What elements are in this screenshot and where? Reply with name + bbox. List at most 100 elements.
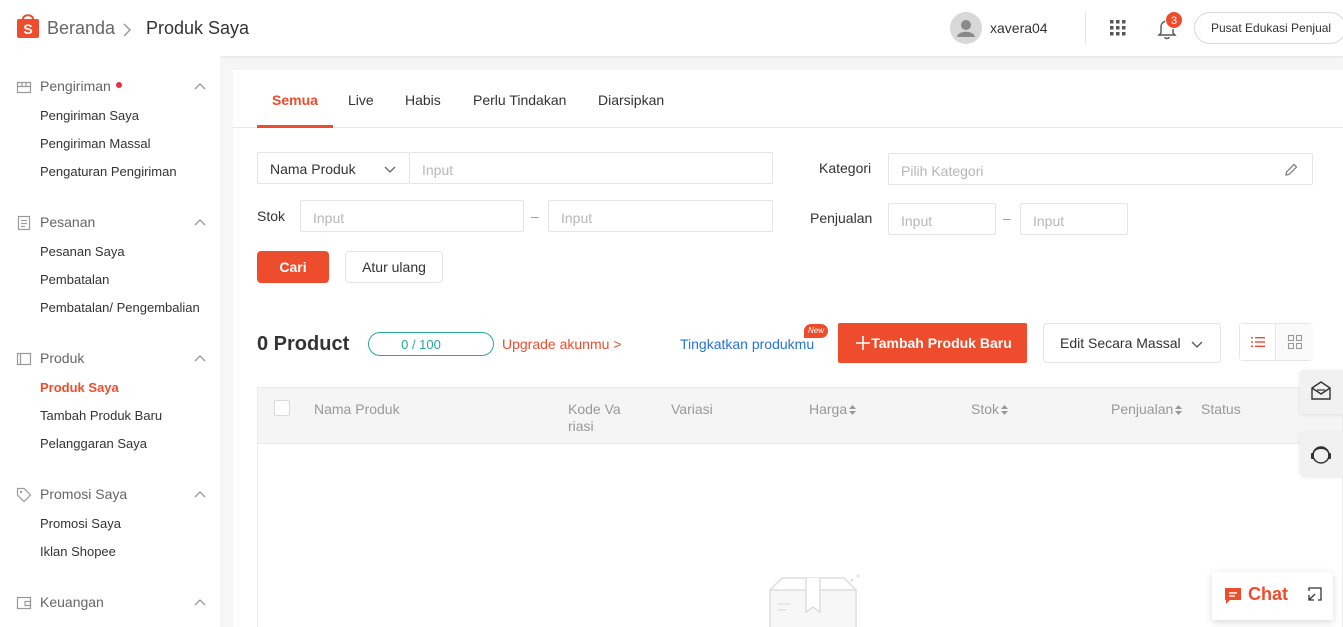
column-stok-label: Stok — [971, 401, 1000, 417]
penjualan-label: Penjualan — [810, 210, 873, 226]
pencil-icon[interactable] — [1283, 162, 1299, 178]
penjualan-max-placeholder: Input — [1033, 213, 1065, 229]
chevron-up-icon[interactable] — [194, 353, 206, 365]
kategori-label: Kategori — [819, 160, 872, 176]
headset-icon — [1311, 446, 1331, 464]
truck-icon — [16, 81, 32, 94]
column-status: Status — [1201, 401, 1241, 417]
sidebar-item-pembatalan[interactable]: Pembatalan — [40, 272, 109, 287]
product-table-body — [257, 444, 1343, 627]
sort-icon — [849, 405, 857, 416]
sidebar-item-pengaturan-pengiriman[interactable]: Pengaturan Pengiriman — [40, 164, 177, 179]
select-all-checkbox[interactable] — [274, 400, 290, 416]
upgrade-account-link[interactable]: Upgrade akunmu > — [502, 336, 621, 352]
reset-button[interactable]: Atur ulang — [345, 251, 443, 283]
shopee-logo-icon[interactable]: S — [16, 11, 40, 39]
empty-box-icon — [769, 574, 860, 627]
chevron-down-icon — [384, 166, 396, 173]
page-title: Produk Saya — [146, 18, 250, 38]
column-nama-produk: Nama Produk — [314, 401, 400, 417]
column-variasi: Variasi — [671, 401, 713, 417]
product-quota-text: 0 / 100 — [401, 337, 441, 352]
tab-habis[interactable]: Habis — [405, 92, 441, 108]
tab-live[interactable]: Live — [348, 92, 374, 108]
sidebar-section-promosi[interactable]: Promosi Saya — [16, 485, 206, 505]
chevron-up-icon[interactable] — [194, 597, 206, 609]
sidebar-item-pengiriman-massal[interactable]: Pengiriman Massal — [40, 136, 151, 151]
kategori-picker[interactable]: Pilih Kategori — [888, 153, 1313, 185]
improve-products-link[interactable]: Tingkatkan produkmu — [680, 336, 814, 352]
stok-min-placeholder: Input — [313, 210, 345, 226]
seller-education-button[interactable]: Pusat Edukasi Penjual — [1194, 12, 1343, 44]
sort-icon — [1001, 405, 1009, 416]
wallet-icon — [16, 596, 32, 610]
search-input[interactable]: Input — [409, 152, 773, 184]
sidebar-section-title: Produk — [40, 350, 85, 366]
status-tabs: Semua Live Habis Perlu Tindakan Diarsipk… — [233, 70, 1343, 128]
apps-grid-icon[interactable] — [1110, 20, 1126, 36]
chevron-right-icon — [123, 23, 132, 37]
breadcrumb-home[interactable]: Beranda — [47, 18, 115, 39]
product-quota-bar: 0 / 100 — [368, 332, 494, 356]
search-field-select[interactable]: Nama Produk — [257, 152, 410, 184]
column-kode-variasi: Kode Va riasi — [568, 401, 621, 434]
grid-view-button[interactable] — [1277, 324, 1313, 360]
sidebar-section-pesanan[interactable]: Pesanan — [16, 213, 206, 233]
sidebar-item-pelanggaran[interactable]: Pelanggaran Saya — [40, 436, 147, 451]
box-icon — [16, 352, 32, 366]
column-stok[interactable]: Stok — [971, 401, 1009, 418]
penjualan-min-input[interactable]: Input — [888, 203, 996, 235]
clipboard-icon — [17, 215, 31, 231]
list-view-button[interactable] — [1240, 324, 1276, 360]
sidebar-item-produk-saya[interactable]: Produk Saya — [40, 380, 119, 395]
column-penjualan-label: Penjualan — [1111, 401, 1174, 417]
tab-semua[interactable]: Semua — [272, 92, 318, 108]
notification-dot — [115, 82, 122, 89]
column-harga[interactable]: Harga — [809, 401, 857, 418]
avatar[interactable] — [950, 12, 982, 44]
range-separator: – — [531, 208, 539, 224]
user-icon — [957, 20, 975, 37]
sidebar-section-pengiriman[interactable]: Pengiriman — [16, 77, 206, 97]
sidebar-section-title: Keuangan — [40, 594, 104, 610]
message-float-button[interactable] — [1300, 370, 1343, 414]
column-penjualan[interactable]: Penjualan — [1111, 401, 1183, 418]
sidebar: Pengiriman Pengiriman Saya Pengiriman Ma… — [0, 56, 220, 627]
bulk-edit-label: Edit Secara Massal — [1060, 335, 1181, 351]
bulk-edit-dropdown[interactable]: Edit Secara Massal — [1043, 323, 1221, 363]
sidebar-item-pengiriman-saya[interactable]: Pengiriman Saya — [40, 108, 139, 123]
username[interactable]: xavera04 — [990, 20, 1048, 36]
sidebar-item-promosi-saya[interactable]: Promosi Saya — [40, 516, 121, 531]
sidebar-section-produk[interactable]: Produk — [16, 349, 206, 369]
chevron-down-icon — [1191, 341, 1203, 348]
sidebar-item-pesanan-saya[interactable]: Pesanan Saya — [40, 244, 125, 259]
penjualan-min-placeholder: Input — [901, 213, 933, 229]
chevron-up-icon[interactable] — [194, 489, 206, 501]
tab-perlu-tindakan[interactable]: Perlu Tindakan — [473, 92, 566, 108]
product-table-header: Nama Produk Kode Va riasi Variasi Harga … — [257, 387, 1343, 444]
chevron-up-icon[interactable] — [194, 217, 206, 229]
plus-icon — [856, 336, 870, 350]
sidebar-item-pengembalian[interactable]: Pembatalan/ Pengembalian — [40, 300, 200, 315]
sidebar-item-iklan-shopee[interactable]: Iklan Shopee — [40, 544, 116, 559]
chat-icon — [1225, 588, 1241, 604]
sidebar-section-keuangan[interactable]: Keuangan — [16, 593, 206, 613]
expand-icon[interactable] — [1308, 587, 1322, 601]
notification-badge: 3 — [1165, 11, 1183, 29]
grid-icon — [1287, 334, 1303, 350]
support-float-button[interactable] — [1300, 432, 1343, 476]
stok-max-placeholder: Input — [561, 210, 593, 226]
stok-min-input[interactable]: Input — [300, 200, 524, 232]
add-product-label: Tambah Produk Baru — [871, 335, 1012, 351]
penjualan-max-input[interactable]: Input — [1020, 203, 1128, 235]
search-field-select-value: Nama Produk — [270, 161, 356, 177]
add-product-button[interactable]: Tambah Produk Baru — [838, 323, 1027, 363]
chat-widget[interactable]: Chat — [1212, 572, 1333, 620]
chevron-up-icon[interactable] — [194, 81, 206, 93]
sidebar-item-tambah-produk[interactable]: Tambah Produk Baru — [40, 408, 162, 423]
stok-max-input[interactable]: Input — [548, 200, 773, 232]
search-button[interactable]: Cari — [257, 251, 329, 283]
sidebar-section-title: Pengiriman — [40, 78, 111, 94]
tab-diarsipkan[interactable]: Diarsipkan — [598, 92, 664, 108]
chat-label: Chat — [1248, 584, 1288, 604]
